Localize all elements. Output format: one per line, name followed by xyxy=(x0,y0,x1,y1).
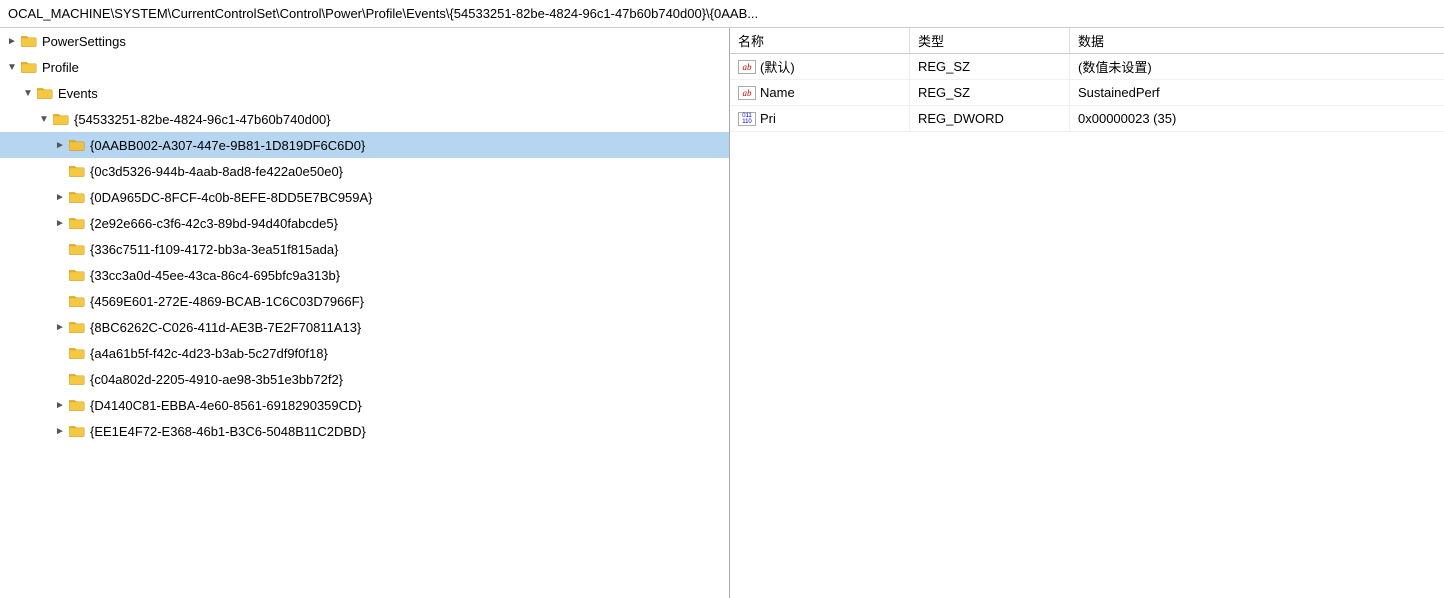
value-name-cell: ab Name xyxy=(730,80,910,105)
tree-item-label: {336c7511-f109-4172-bb3a-3ea51f815ada} xyxy=(90,242,338,257)
value-data-cell: SustainedPerf xyxy=(1070,80,1444,105)
expand-icon[interactable]: ► xyxy=(52,319,68,335)
value-name-cell: ab (默认) xyxy=(730,54,910,79)
tree-item-profile[interactable]: ▼ Profile xyxy=(0,54,729,80)
collapse-icon[interactable]: ▼ xyxy=(4,59,20,75)
no-expand xyxy=(52,293,68,309)
folder-icon xyxy=(68,241,86,257)
collapse-icon[interactable]: ▼ xyxy=(36,111,52,127)
folder-icon xyxy=(68,267,86,283)
tree-item-guid-2e92e666[interactable]: ► {2e92e666-c3f6-42c3-89bd-94d40fabcde5} xyxy=(0,210,729,236)
address-bar: OCAL_MACHINE\SYSTEM\CurrentControlSet\Co… xyxy=(0,0,1444,28)
value-name-text: Pri xyxy=(760,111,776,126)
folder-icon xyxy=(68,423,86,439)
tree-item-guid-EE1E4F72[interactable]: ► {EE1E4F72-E368-46b1-B3C6-5048B11C2DBD} xyxy=(0,418,729,444)
value-name-text: (默认) xyxy=(760,57,795,76)
folder-icon xyxy=(68,345,86,361)
tree-item-guid-a4a61b5f[interactable]: {a4a61b5f-f42c-4d23-b3ab-5c27df9f0f18} xyxy=(0,340,729,366)
tree-item-guid-8BC6262C[interactable]: ► {8BC6262C-C026-411d-AE3B-7E2F70811A13} xyxy=(0,314,729,340)
col-header-data: 数据 xyxy=(1070,28,1444,53)
expand-icon[interactable]: ► xyxy=(52,137,68,153)
tree-item-events[interactable]: ▼ Events xyxy=(0,80,729,106)
tree-item-label: {8BC6262C-C026-411d-AE3B-7E2F70811A13} xyxy=(90,320,361,335)
tree-item-guid-c04a802d[interactable]: {c04a802d-2205-4910-ae98-3b51e3bb72f2} xyxy=(0,366,729,392)
values-panel: 名称 类型 数据 ab (默认) REG_SZ(数值未设置) ab Name REG_SZ… xyxy=(730,28,1444,598)
col-header-name: 名称 xyxy=(730,28,910,53)
tree-item-label: {a4a61b5f-f42c-4d23-b3ab-5c27df9f0f18} xyxy=(90,346,328,361)
tree-item-guid-336c7511[interactable]: {336c7511-f109-4172-bb3a-3ea51f815ada} xyxy=(0,236,729,262)
folder-icon xyxy=(36,85,54,101)
folder-icon xyxy=(68,397,86,413)
tree-item-guid-0AABB002[interactable]: ► {0AABB002-A307-447e-9B81-1D819DF6C6D0} xyxy=(0,132,729,158)
folder-icon xyxy=(68,215,86,231)
value-row-pri[interactable]: 011110 Pri REG_DWORD0x00000023 (35) xyxy=(730,106,1444,132)
tree-panel: ► PowerSettings▼ Profile▼ Events▼ {54533… xyxy=(0,28,730,598)
tree-item-label: {0DA965DC-8FCF-4c0b-8EFE-8DD5E7BC959A} xyxy=(90,190,373,205)
tree-item-label: {4569E601-272E-4869-BCAB-1C6C03D7966F} xyxy=(90,294,364,309)
tree-item-label: {54533251-82be-4824-96c1-47b60b740d00} xyxy=(74,112,331,127)
expand-icon[interactable]: ► xyxy=(52,215,68,231)
tree-item-label: Events xyxy=(58,86,98,101)
folder-icon xyxy=(68,293,86,309)
value-row-name[interactable]: ab Name REG_SZSustainedPerf xyxy=(730,80,1444,106)
value-type-cell: REG_DWORD xyxy=(910,106,1070,131)
folder-icon xyxy=(20,59,38,75)
tree-item-label: {c04a802d-2205-4910-ae98-3b51e3bb72f2} xyxy=(90,372,343,387)
value-name-cell: 011110 Pri xyxy=(730,106,910,131)
reg-ab-icon: ab xyxy=(738,86,756,100)
tree-item-label: {0AABB002-A307-447e-9B81-1D819DF6C6D0} xyxy=(90,138,365,153)
tree-item-guid-33cc3a0d[interactable]: {33cc3a0d-45ee-43ca-86c4-695bfc9a313b} xyxy=(0,262,729,288)
no-expand xyxy=(52,163,68,179)
tree-item-label: {2e92e666-c3f6-42c3-89bd-94d40fabcde5} xyxy=(90,216,338,231)
tree-item-guid-0DA965DC[interactable]: ► {0DA965DC-8FCF-4c0b-8EFE-8DD5E7BC959A} xyxy=(0,184,729,210)
tree-item-label: {EE1E4F72-E368-46b1-B3C6-5048B11C2DBD} xyxy=(90,424,366,439)
value-data-cell: (数值未设置) xyxy=(1070,54,1444,79)
tree-item-guid-4569E601[interactable]: {4569E601-272E-4869-BCAB-1C6C03D7966F} xyxy=(0,288,729,314)
value-row-default[interactable]: ab (默认) REG_SZ(数值未设置) xyxy=(730,54,1444,80)
folder-icon xyxy=(20,33,38,49)
tree-item-label: Profile xyxy=(42,60,79,75)
folder-icon xyxy=(68,319,86,335)
no-expand xyxy=(52,371,68,387)
path-text: OCAL_MACHINE\SYSTEM\CurrentControlSet\Co… xyxy=(8,6,758,21)
folder-icon xyxy=(68,137,86,153)
folder-icon xyxy=(52,111,70,127)
value-type-cell: REG_SZ xyxy=(910,80,1070,105)
collapse-icon[interactable]: ▼ xyxy=(20,85,36,101)
col-header-type: 类型 xyxy=(910,28,1070,53)
main-container: ► PowerSettings▼ Profile▼ Events▼ {54533… xyxy=(0,28,1444,598)
reg-ab-icon: ab xyxy=(738,60,756,74)
tree-item-label: {0c3d5326-944b-4aab-8ad8-fe422a0e50e0} xyxy=(90,164,343,179)
values-rows: ab (默认) REG_SZ(数值未设置) ab Name REG_SZSustained… xyxy=(730,54,1444,132)
tree-item-guid-0c3d5326[interactable]: {0c3d5326-944b-4aab-8ad8-fe422a0e50e0} xyxy=(0,158,729,184)
expand-icon[interactable]: ► xyxy=(4,33,20,49)
no-expand xyxy=(52,267,68,283)
tree-item-guid-D4140C81[interactable]: ► {D4140C81-EBBA-4e60-8561-6918290359CD} xyxy=(0,392,729,418)
tree-item-label: {D4140C81-EBBA-4e60-8561-6918290359CD} xyxy=(90,398,362,413)
tree-item-guid-54533251[interactable]: ▼ {54533251-82be-4824-96c1-47b60b740d00} xyxy=(0,106,729,132)
folder-icon xyxy=(68,189,86,205)
expand-icon[interactable]: ► xyxy=(52,397,68,413)
values-header: 名称 类型 数据 xyxy=(730,28,1444,54)
expand-icon[interactable]: ► xyxy=(52,423,68,439)
expand-icon[interactable]: ► xyxy=(52,189,68,205)
folder-icon xyxy=(68,371,86,387)
value-data-cell: 0x00000023 (35) xyxy=(1070,106,1444,131)
value-name-text: Name xyxy=(760,85,795,100)
tree-item-label: {33cc3a0d-45ee-43ca-86c4-695bfc9a313b} xyxy=(90,268,340,283)
tree-item-power-settings[interactable]: ► PowerSettings xyxy=(0,28,729,54)
folder-icon xyxy=(68,163,86,179)
tree-item-label: PowerSettings xyxy=(42,34,126,49)
no-expand xyxy=(52,241,68,257)
value-type-cell: REG_SZ xyxy=(910,54,1070,79)
no-expand xyxy=(52,345,68,361)
reg-bin-icon: 011110 xyxy=(738,112,756,126)
